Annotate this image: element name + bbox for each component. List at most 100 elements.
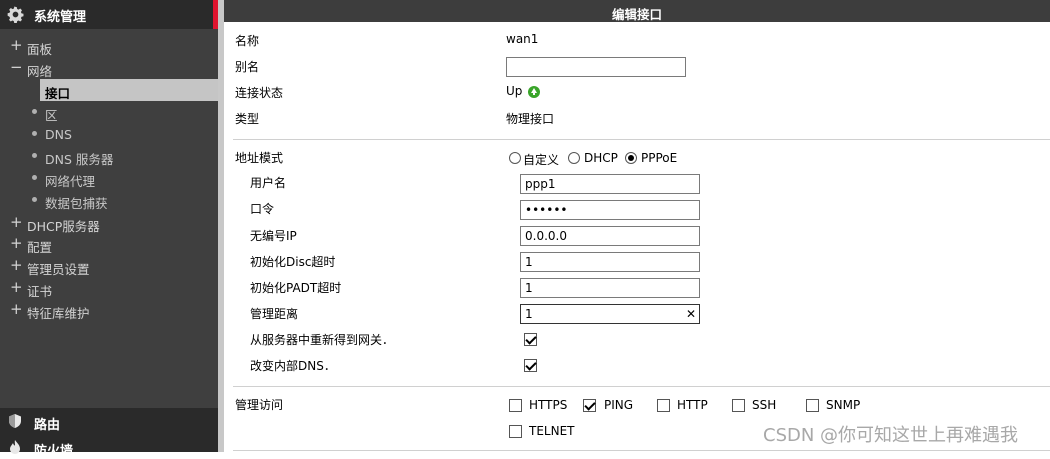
sidebar-item-label: 管理员设置 xyxy=(27,262,90,277)
sidebar-item-label: 配置 xyxy=(27,240,53,255)
panel-title-bar: 编辑接口 xyxy=(224,0,1050,22)
addr-mode-manual-radio[interactable] xyxy=(509,152,521,164)
sidebar-item-label: 面板 xyxy=(27,42,53,57)
telnet-checkbox[interactable] xyxy=(509,425,522,438)
sidebar-item-routing[interactable]: 路由 xyxy=(0,410,218,433)
access-option-label: SNMP xyxy=(826,398,861,412)
sidebar-item-signature-db[interactable]: + 特征库维护 xyxy=(0,299,218,321)
shield-icon xyxy=(9,414,21,428)
dns-label: 改变内部DNS． xyxy=(250,359,336,373)
bullet-icon xyxy=(32,153,37,158)
snmp-checkbox[interactable] xyxy=(806,399,819,412)
minus-icon: − xyxy=(10,58,23,76)
sidebar-item-network[interactable]: − 网络 xyxy=(0,57,218,79)
override-dns-checkbox[interactable] xyxy=(524,359,537,372)
distance-label: 管理距离 xyxy=(250,307,299,321)
section-divider xyxy=(233,139,1050,140)
distance-input[interactable] xyxy=(520,304,700,324)
status-label: 连接状态 xyxy=(235,86,284,100)
sidebar-item-label: 防火墙 xyxy=(34,444,74,459)
bullet-icon xyxy=(32,131,37,136)
plus-icon: + xyxy=(10,213,23,231)
sidebar-subitem-dns[interactable]: DNS xyxy=(0,123,218,145)
addr-mode-dhcp-radio[interactable] xyxy=(568,152,580,164)
gear-icon xyxy=(7,6,24,23)
sidebar: 系统管理 + 面板 − 网络 接口 区 DNS DNS 服务器 网络代理 数据包… xyxy=(0,0,218,459)
password-input[interactable] xyxy=(520,200,700,220)
sidebar-subitem-dns-server[interactable]: DNS 服务器 xyxy=(0,145,218,167)
sidebar-item-label: 特征库维护 xyxy=(27,306,90,321)
alias-label: 别名 xyxy=(235,60,260,74)
sidebar-subitem-zone[interactable]: 区 xyxy=(0,101,218,123)
sidebar-subitem-interface[interactable]: 接口 xyxy=(40,79,218,101)
sidebar-item-certificates[interactable]: + 证书 xyxy=(0,277,218,299)
access-option-label: TELNET xyxy=(529,424,575,438)
sidebar-subitem-proxy[interactable]: 网络代理 xyxy=(0,167,218,189)
sidebar-subitem-label: 数据包捕获 xyxy=(45,196,108,211)
gateway-label: 从服务器中重新得到网关． xyxy=(250,333,395,347)
sidebar-item-label: 网络 xyxy=(27,64,53,79)
edit-interface-panel: 编辑接口 名称 wan1 别名 连接状态 Up 类型 物理接口 地址模式 自定义… xyxy=(224,0,1050,452)
sidebar-subitem-label: 接口 xyxy=(45,86,71,101)
sidebar-subitem-label: DNS xyxy=(45,127,72,142)
bullet-icon xyxy=(32,109,37,114)
addr-mode-option-label: PPPoE xyxy=(641,151,678,165)
init-padt-timeout-label: 初始化PADT超时 xyxy=(250,281,342,295)
type-label: 类型 xyxy=(235,112,260,126)
plus-icon: + xyxy=(10,278,23,296)
sidebar-item-label: 路由 xyxy=(34,418,61,433)
plus-icon: + xyxy=(10,300,23,318)
status-value: Up xyxy=(506,84,523,98)
type-value: 物理接口 xyxy=(506,112,555,126)
sidebar-subitem-label: DNS 服务器 xyxy=(45,152,114,167)
addr-mode-option-label: 自定义 xyxy=(523,153,560,167)
sidebar-item-firewall[interactable]: 防火墙 xyxy=(0,436,218,459)
sidebar-item-admin-settings[interactable]: + 管理员设置 xyxy=(0,255,218,277)
addr-mode-option-label: DHCP xyxy=(584,151,618,165)
https-checkbox[interactable] xyxy=(509,399,522,412)
ping-checkbox[interactable] xyxy=(583,399,596,412)
init-disc-timeout-input[interactable] xyxy=(520,252,700,272)
addr-mode-pppoe-radio[interactable] xyxy=(625,152,637,164)
plus-icon: + xyxy=(10,234,23,252)
username-label: 用户名 xyxy=(250,176,287,190)
clear-input-icon[interactable]: ✕ xyxy=(686,307,696,321)
section-divider xyxy=(233,450,1050,451)
retrieve-gateway-checkbox[interactable] xyxy=(524,333,537,346)
plus-icon: + xyxy=(10,36,23,54)
sidebar-header-label: 系统管理 xyxy=(34,10,87,25)
address-mode-label: 地址模式 xyxy=(235,151,284,165)
sidebar-subitem-packet-capture[interactable]: 数据包捕获 xyxy=(0,189,218,211)
init-disc-timeout-label: 初始化Disc超时 xyxy=(250,255,336,269)
username-input[interactable] xyxy=(520,174,700,194)
http-checkbox[interactable] xyxy=(657,399,670,412)
watermark: CSDN @你可知这世上再难遇我 xyxy=(763,425,1019,446)
sidebar-item-dashboard[interactable]: + 面板 xyxy=(0,35,218,57)
sidebar-item-config[interactable]: + 配置 xyxy=(0,233,218,255)
page-title: 编辑接口 xyxy=(611,7,662,22)
sidebar-item-dhcp-server[interactable]: + DHCP服务器 xyxy=(0,212,218,234)
section-divider xyxy=(233,386,1050,387)
name-value: wan1 xyxy=(506,32,539,46)
sidebar-subitem-label: 网络代理 xyxy=(45,174,96,189)
sidebar-bottom-section: 路由 防火墙 xyxy=(0,408,218,459)
sidebar-item-label: 证书 xyxy=(27,284,53,299)
init-padt-timeout-input[interactable] xyxy=(520,278,700,298)
sidebar-subitem-label: 区 xyxy=(45,108,58,123)
admin-access-label: 管理访问 xyxy=(235,398,284,412)
alias-input[interactable] xyxy=(506,57,686,77)
bullet-icon xyxy=(32,197,37,202)
plus-icon: + xyxy=(10,256,23,274)
access-option-label: HTTPS xyxy=(529,398,568,412)
unnumbered-ip-input[interactable] xyxy=(520,226,700,246)
access-option-label: HTTP xyxy=(677,398,708,412)
ssh-checkbox[interactable] xyxy=(732,399,745,412)
fire-icon xyxy=(10,440,20,454)
password-label: 口令 xyxy=(250,202,275,216)
system-admin-header[interactable]: 系统管理 xyxy=(0,0,218,29)
bullet-icon xyxy=(32,175,37,180)
status-up-icon xyxy=(528,86,540,98)
access-option-label: PING xyxy=(604,398,634,412)
access-option-label: SSH xyxy=(752,398,777,412)
unnumbered-ip-label: 无编号IP xyxy=(250,229,297,243)
